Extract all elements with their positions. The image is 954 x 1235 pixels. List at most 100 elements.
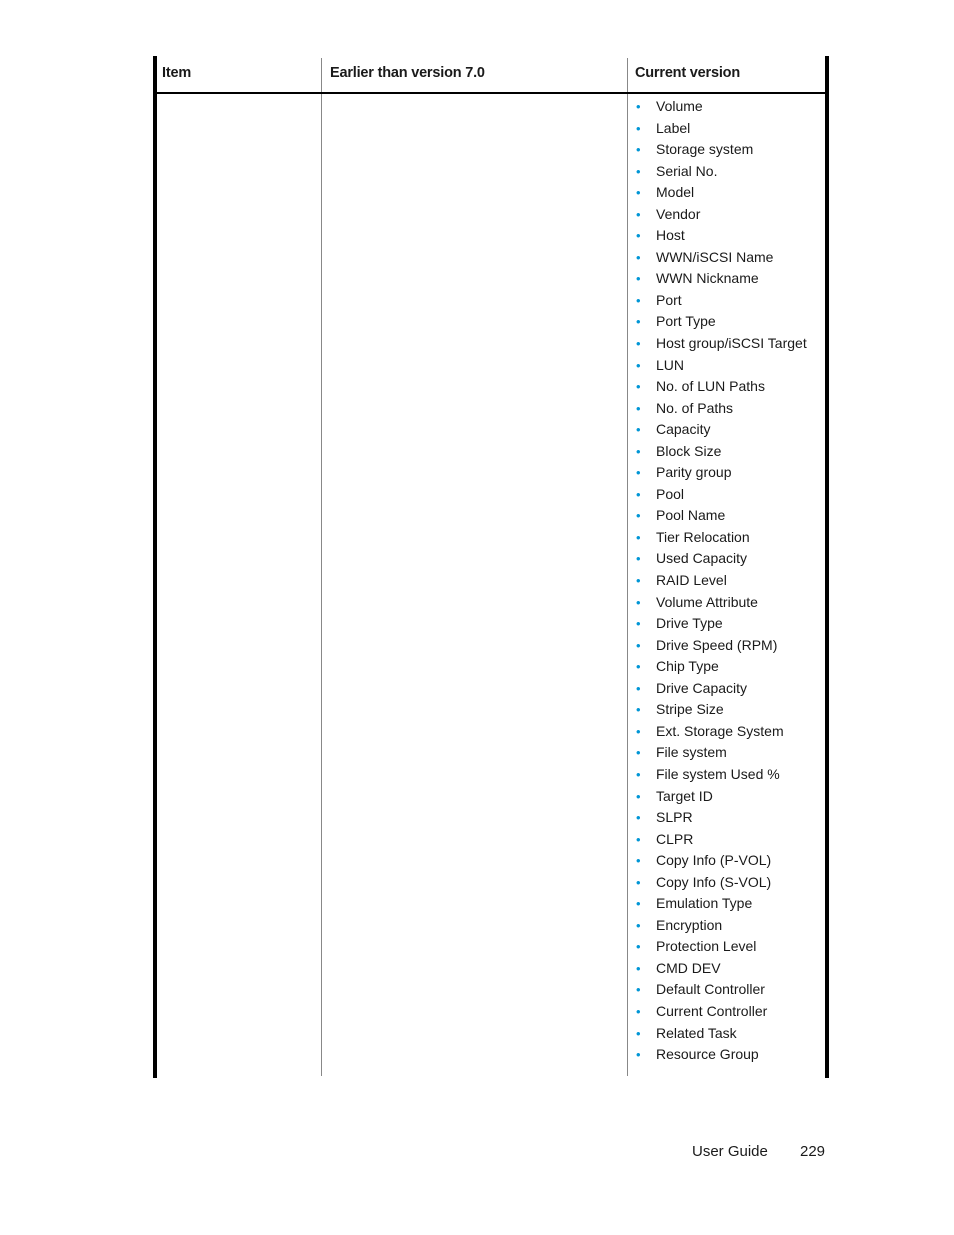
current-version-list: • Volume • Label • Storage system • Serial No. •… (633, 96, 807, 1066)
list-item-label: File system Used % (656, 765, 780, 782)
list-item: • CMD DEV (633, 958, 807, 980)
bullet-icon: • (636, 465, 641, 481)
bullet-icon: • (636, 573, 641, 589)
list-item: • Copy Info (S-VOL) (633, 872, 807, 894)
bullet-icon: • (636, 1047, 641, 1063)
bullet-icon: • (636, 788, 641, 804)
list-item: • WWN/iSCSI Name (633, 247, 807, 269)
list-item: • RAID Level (633, 570, 807, 592)
bullet-icon: • (636, 422, 641, 438)
bullet-icon: • (636, 810, 641, 826)
bullet-icon: • (636, 314, 641, 330)
list-item: • Used Capacity (633, 548, 807, 570)
list-item: • CLPR (633, 829, 807, 851)
bullet-icon: • (636, 271, 641, 287)
list-item-label: Block Size (656, 442, 722, 459)
table-right-border (825, 56, 829, 1078)
bullet-icon: • (636, 874, 641, 890)
list-item-label: Drive Type (656, 615, 723, 632)
bullet-icon: • (636, 443, 641, 459)
bullet-icon: • (636, 616, 641, 632)
list-item-label: Serial No. (656, 162, 718, 179)
list-item-label: Host (656, 227, 685, 244)
bullet-icon: • (636, 637, 641, 653)
list-item: • No. of Paths (633, 398, 807, 420)
list-item-label: Used Capacity (656, 550, 748, 567)
list-item: • Port Type (633, 311, 807, 333)
list-item: • Serial No. (633, 161, 807, 183)
list-item-label: CMD DEV (656, 959, 721, 976)
table-left-border (153, 56, 157, 1078)
list-item-label: Volume Attribute (656, 593, 758, 610)
bullet-icon: • (636, 486, 641, 502)
page-number: 229 (800, 1143, 826, 1160)
list-item: • Model (633, 182, 807, 204)
header-rule (153, 92, 829, 94)
list-item-label: Chip Type (656, 658, 719, 675)
list-item-label: Port Type (656, 313, 716, 330)
bullet-icon: • (636, 939, 641, 955)
bullet-icon: • (636, 831, 641, 847)
bullet-icon: • (636, 896, 641, 912)
list-item-label: CLPR (656, 830, 694, 847)
list-item-label: Capacity (656, 421, 711, 438)
bullet-icon: • (636, 659, 641, 675)
list-item: • Default Controller (633, 979, 807, 1001)
bullet-icon: • (636, 1025, 641, 1041)
list-item: • Label (633, 118, 807, 140)
header-current-version: Current version (635, 65, 740, 81)
list-item-label: Emulation Type (656, 895, 753, 912)
list-item-label: RAID Level (656, 572, 727, 589)
bullet-icon: • (636, 336, 641, 352)
list-item-label: Parity group (656, 464, 732, 481)
list-item: • Volume (633, 96, 807, 118)
list-item-label: Stripe Size (656, 701, 724, 718)
list-item: • LUN (633, 355, 807, 377)
list-item: • Block Size (633, 441, 807, 463)
list-item: • Drive Capacity (633, 678, 807, 700)
list-item-label: Ext. Storage System (656, 722, 784, 739)
list-item: • Volume Attribute (633, 592, 807, 614)
bullet-icon: • (636, 228, 641, 244)
bullet-icon: • (636, 766, 641, 782)
list-item-label: Copy Info (S-VOL) (656, 873, 772, 890)
list-item: • Related Task (633, 1023, 807, 1045)
list-item: • Host (633, 225, 807, 247)
header-item: Item (162, 65, 192, 81)
bullet-icon: • (636, 1003, 641, 1019)
list-item-label: Vendor (656, 205, 701, 222)
list-item-label: Copy Info (P-VOL) (656, 852, 772, 869)
list-item-label: No. of LUN Paths (656, 378, 765, 395)
list-item: • Resource Group (633, 1044, 807, 1066)
bullet-icon: • (636, 702, 641, 718)
bullet-icon: • (636, 960, 641, 976)
list-item-label: Pool (656, 485, 685, 502)
list-item-label: Volume (656, 98, 703, 114)
list-item: • Drive Speed (RPM) (633, 635, 807, 657)
list-item: • WWN Nickname (633, 268, 807, 290)
bullet-icon: • (636, 292, 641, 308)
list-item: • SLPR (633, 807, 807, 829)
list-item-label: Target ID (656, 787, 713, 804)
bullet-icon: • (636, 594, 641, 610)
list-item-label: Default Controller (656, 981, 765, 998)
list-item-label: Encryption (656, 916, 723, 933)
bullet-icon: • (636, 917, 641, 933)
column-divider (627, 58, 628, 1076)
list-item-label: Protection Level (656, 938, 757, 955)
list-item-label: File system (656, 744, 727, 761)
list-item-label: Current Controller (656, 1002, 768, 1019)
bullet-icon: • (636, 853, 641, 869)
list-item: • Tier Relocation (633, 527, 807, 549)
list-item-label: Port (656, 291, 682, 308)
bullet-icon: • (636, 982, 641, 998)
list-item-label: Storage system (656, 141, 754, 158)
bullet-icon: • (636, 745, 641, 761)
list-item: • Capacity (633, 419, 807, 441)
bullet-icon: • (636, 99, 641, 114)
list-item-label: Drive Speed (RPM) (656, 636, 778, 653)
list-item-label: Model (656, 184, 695, 201)
bullet-icon: • (636, 163, 641, 179)
list-item: • Port (633, 290, 807, 312)
list-item: • Encryption (633, 915, 807, 937)
